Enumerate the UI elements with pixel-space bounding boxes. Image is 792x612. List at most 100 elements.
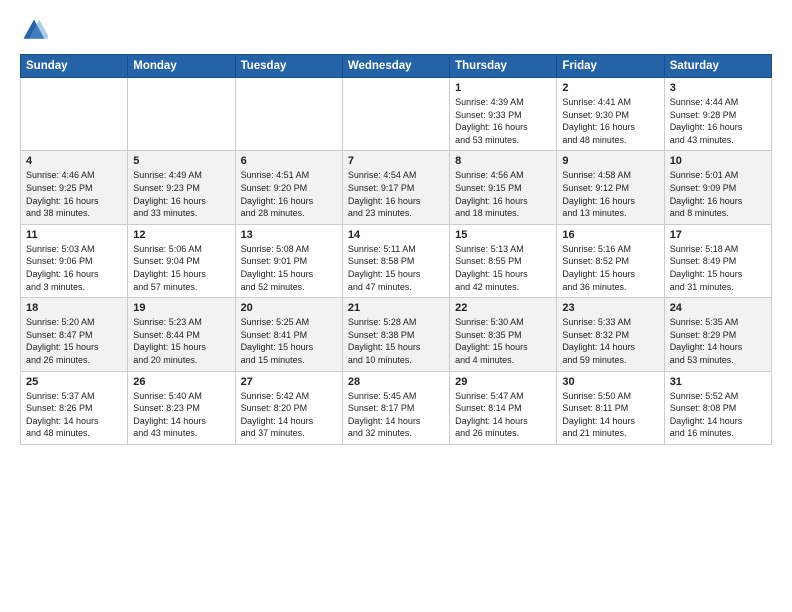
day-cell: 20 Sunrise: 5:25 AMSunset: 8:41 PMDayligh… [235,298,342,371]
day-number: 22 [455,302,551,314]
day-cell: 31 Sunrise: 5:52 AMSunset: 8:08 PMDayligh… [664,371,771,444]
day-info: Sunrise: 5:33 AMSunset: 8:32 PMDaylight:… [562,317,635,365]
day-number: 4 [26,155,122,167]
day-number: 30 [562,376,658,388]
day-cell: 28 Sunrise: 5:45 AMSunset: 8:17 PMDayligh… [342,371,449,444]
day-info: Sunrise: 5:45 AMSunset: 8:17 PMDaylight:… [348,391,421,439]
day-cell: 26 Sunrise: 5:40 AMSunset: 8:23 PMDayligh… [128,371,235,444]
day-number: 6 [241,155,337,167]
day-number: 10 [670,155,766,167]
day-number: 14 [348,229,444,241]
day-number: 9 [562,155,658,167]
day-info: Sunrise: 5:47 AMSunset: 8:14 PMDaylight:… [455,391,528,439]
day-cell: 22 Sunrise: 5:30 AMSunset: 8:35 PMDayligh… [450,298,557,371]
day-cell: 15Sunrise: 5:13 AMSunset: 8:55 PMDayligh… [450,224,557,297]
week-row-4: 18Sunrise: 5:20 AMSunset: 8:47 PMDayligh… [21,298,772,371]
day-cell: 27 Sunrise: 5:42 AMSunset: 8:20 PMDayligh… [235,371,342,444]
day-info: Sunrise: 5:28 AMSunset: 8:38 PMDaylight:… [348,317,421,365]
day-cell: 4 Sunrise: 4:46 AMSunset: 9:25 PMDaylight… [21,151,128,224]
day-cell: 7 Sunrise: 4:54 AMSunset: 9:17 PMDaylight… [342,151,449,224]
day-info: Sunrise: 5:30 AMSunset: 8:35 PMDaylight:… [455,317,528,365]
day-cell: 14 Sunrise: 5:11 AMSunset: 8:58 PMDayligh… [342,224,449,297]
day-info: Sunrise: 5:06 AMSunset: 9:04 PMDaylight:… [133,244,206,292]
day-cell: 30Sunrise: 5:50 AMSunset: 8:11 PMDayligh… [557,371,664,444]
header-cell-monday: Monday [128,55,235,78]
day-info: Sunrise: 4:56 AMSunset: 9:15 PMDaylight:… [455,170,528,218]
day-cell [342,78,449,151]
calendar-table: SundayMondayTuesdayWednesdayThursdayFrid… [20,54,772,445]
day-info: Sunrise: 4:49 AMSunset: 9:23 PMDaylight:… [133,170,206,218]
day-cell: 21Sunrise: 5:28 AMSunset: 8:38 PMDayligh… [342,298,449,371]
day-number: 2 [562,82,658,94]
day-number: 18 [26,302,122,314]
day-cell [21,78,128,151]
day-number: 5 [133,155,229,167]
day-info: Sunrise: 5:42 AMSunset: 8:20 PMDaylight:… [241,391,314,439]
day-cell: 5 Sunrise: 4:49 AMSunset: 9:23 PMDaylight… [128,151,235,224]
day-number: 29 [455,376,551,388]
day-info: Sunrise: 5:23 AMSunset: 8:44 PMDaylight:… [133,317,206,365]
day-info: Sunrise: 4:44 AMSunset: 9:28 PMDaylight:… [670,97,743,145]
day-info: Sunrise: 5:52 AMSunset: 8:08 PMDaylight:… [670,391,743,439]
day-cell: 25 Sunrise: 5:37 AMSunset: 8:26 PMDayligh… [21,371,128,444]
week-row-3: 11 Sunrise: 5:03 AMSunset: 9:06 PMDayligh… [21,224,772,297]
day-cell: 18Sunrise: 5:20 AMSunset: 8:47 PMDayligh… [21,298,128,371]
day-info: Sunrise: 5:37 AMSunset: 8:26 PMDaylight:… [26,391,99,439]
day-cell: 29 Sunrise: 5:47 AMSunset: 8:14 PMDayligh… [450,371,557,444]
day-cell [128,78,235,151]
day-cell: 10 Sunrise: 5:01 AMSunset: 9:09 PMDayligh… [664,151,771,224]
day-number: 12 [133,229,229,241]
day-cell: 24Sunrise: 5:35 AMSunset: 8:29 PMDayligh… [664,298,771,371]
week-row-1: 1Sunrise: 4:39 AMSunset: 9:33 PMDaylight… [21,78,772,151]
header-cell-thursday: Thursday [450,55,557,78]
day-number: 8 [455,155,551,167]
day-number: 1 [455,82,551,94]
day-info: Sunrise: 5:16 AMSunset: 8:52 PMDaylight:… [562,244,635,292]
day-info: Sunrise: 5:03 AMSunset: 9:06 PMDaylight:… [26,244,99,292]
day-number: 7 [348,155,444,167]
day-number: 20 [241,302,337,314]
header-cell-sunday: Sunday [21,55,128,78]
day-cell: 12 Sunrise: 5:06 AMSunset: 9:04 PMDayligh… [128,224,235,297]
day-info: Sunrise: 4:54 AMSunset: 9:17 PMDaylight:… [348,170,421,218]
day-info: Sunrise: 5:25 AMSunset: 8:41 PMDaylight:… [241,317,314,365]
day-cell: 8 Sunrise: 4:56 AMSunset: 9:15 PMDaylight… [450,151,557,224]
week-row-2: 4 Sunrise: 4:46 AMSunset: 9:25 PMDaylight… [21,151,772,224]
day-info: Sunrise: 5:08 AMSunset: 9:01 PMDaylight:… [241,244,314,292]
day-number: 28 [348,376,444,388]
day-cell [235,78,342,151]
day-number: 17 [670,229,766,241]
header-cell-friday: Friday [557,55,664,78]
day-cell: 3 Sunrise: 4:44 AMSunset: 9:28 PMDaylight… [664,78,771,151]
day-info: Sunrise: 5:01 AMSunset: 9:09 PMDaylight:… [670,170,743,218]
header-cell-saturday: Saturday [664,55,771,78]
day-info: Sunrise: 4:46 AMSunset: 9:25 PMDaylight:… [26,170,99,218]
header [20,16,772,44]
day-info: Sunrise: 5:13 AMSunset: 8:55 PMDaylight:… [455,244,528,292]
day-number: 23 [562,302,658,314]
day-cell: 6 Sunrise: 4:51 AMSunset: 9:20 PMDaylight… [235,151,342,224]
calendar-page: SundayMondayTuesdayWednesdayThursdayFrid… [0,0,792,612]
day-number: 31 [670,376,766,388]
logo-icon [20,16,48,44]
day-number: 25 [26,376,122,388]
header-row: SundayMondayTuesdayWednesdayThursdayFrid… [21,55,772,78]
day-number: 27 [241,376,337,388]
day-cell: 16Sunrise: 5:16 AMSunset: 8:52 PMDayligh… [557,224,664,297]
day-info: Sunrise: 5:35 AMSunset: 8:29 PMDaylight:… [670,317,743,365]
day-info: Sunrise: 5:11 AMSunset: 8:58 PMDaylight:… [348,244,421,292]
day-cell: 2Sunrise: 4:41 AMSunset: 9:30 PMDaylight… [557,78,664,151]
header-cell-wednesday: Wednesday [342,55,449,78]
day-cell: 1Sunrise: 4:39 AMSunset: 9:33 PMDaylight… [450,78,557,151]
day-number: 3 [670,82,766,94]
header-cell-tuesday: Tuesday [235,55,342,78]
day-info: Sunrise: 5:40 AMSunset: 8:23 PMDaylight:… [133,391,206,439]
day-info: Sunrise: 5:18 AMSunset: 8:49 PMDaylight:… [670,244,743,292]
day-cell: 23 Sunrise: 5:33 AMSunset: 8:32 PMDayligh… [557,298,664,371]
day-cell: 9Sunrise: 4:58 AMSunset: 9:12 PMDaylight… [557,151,664,224]
day-number: 13 [241,229,337,241]
day-info: Sunrise: 4:51 AMSunset: 9:20 PMDaylight:… [241,170,314,218]
day-number: 11 [26,229,122,241]
day-cell: 11 Sunrise: 5:03 AMSunset: 9:06 PMDayligh… [21,224,128,297]
day-number: 26 [133,376,229,388]
